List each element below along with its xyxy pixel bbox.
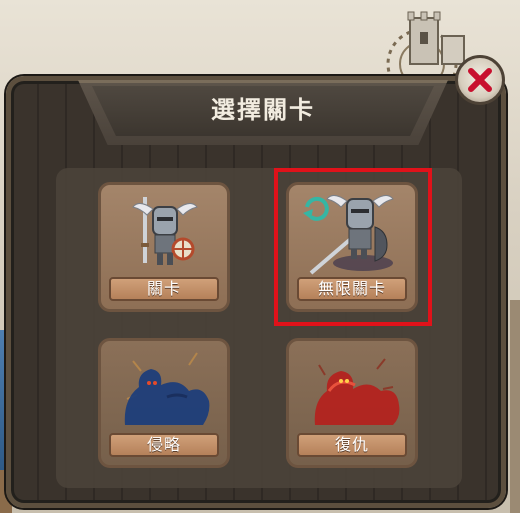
- level-tile-stages[interactable]: 關卡: [98, 182, 230, 312]
- level-tile-revenge[interactable]: 復仇: [286, 338, 418, 468]
- level-tile-label: 侵略: [109, 433, 219, 457]
- level-tile-label: 復仇: [297, 433, 407, 457]
- dialog-title: 選擇關卡: [211, 96, 315, 124]
- blue-monster-silhouette-icon: [124, 352, 210, 425]
- close-button[interactable]: [455, 55, 505, 105]
- level-tile-label: 關卡: [109, 277, 219, 301]
- background-scenery-right: [510, 300, 520, 513]
- red-monster-silhouette-icon: [314, 358, 400, 425]
- close-x-icon: [468, 68, 492, 92]
- knight-icon: [132, 197, 198, 265]
- selection-highlight: [274, 168, 432, 326]
- level-tile-invasion[interactable]: 侵略: [98, 338, 230, 468]
